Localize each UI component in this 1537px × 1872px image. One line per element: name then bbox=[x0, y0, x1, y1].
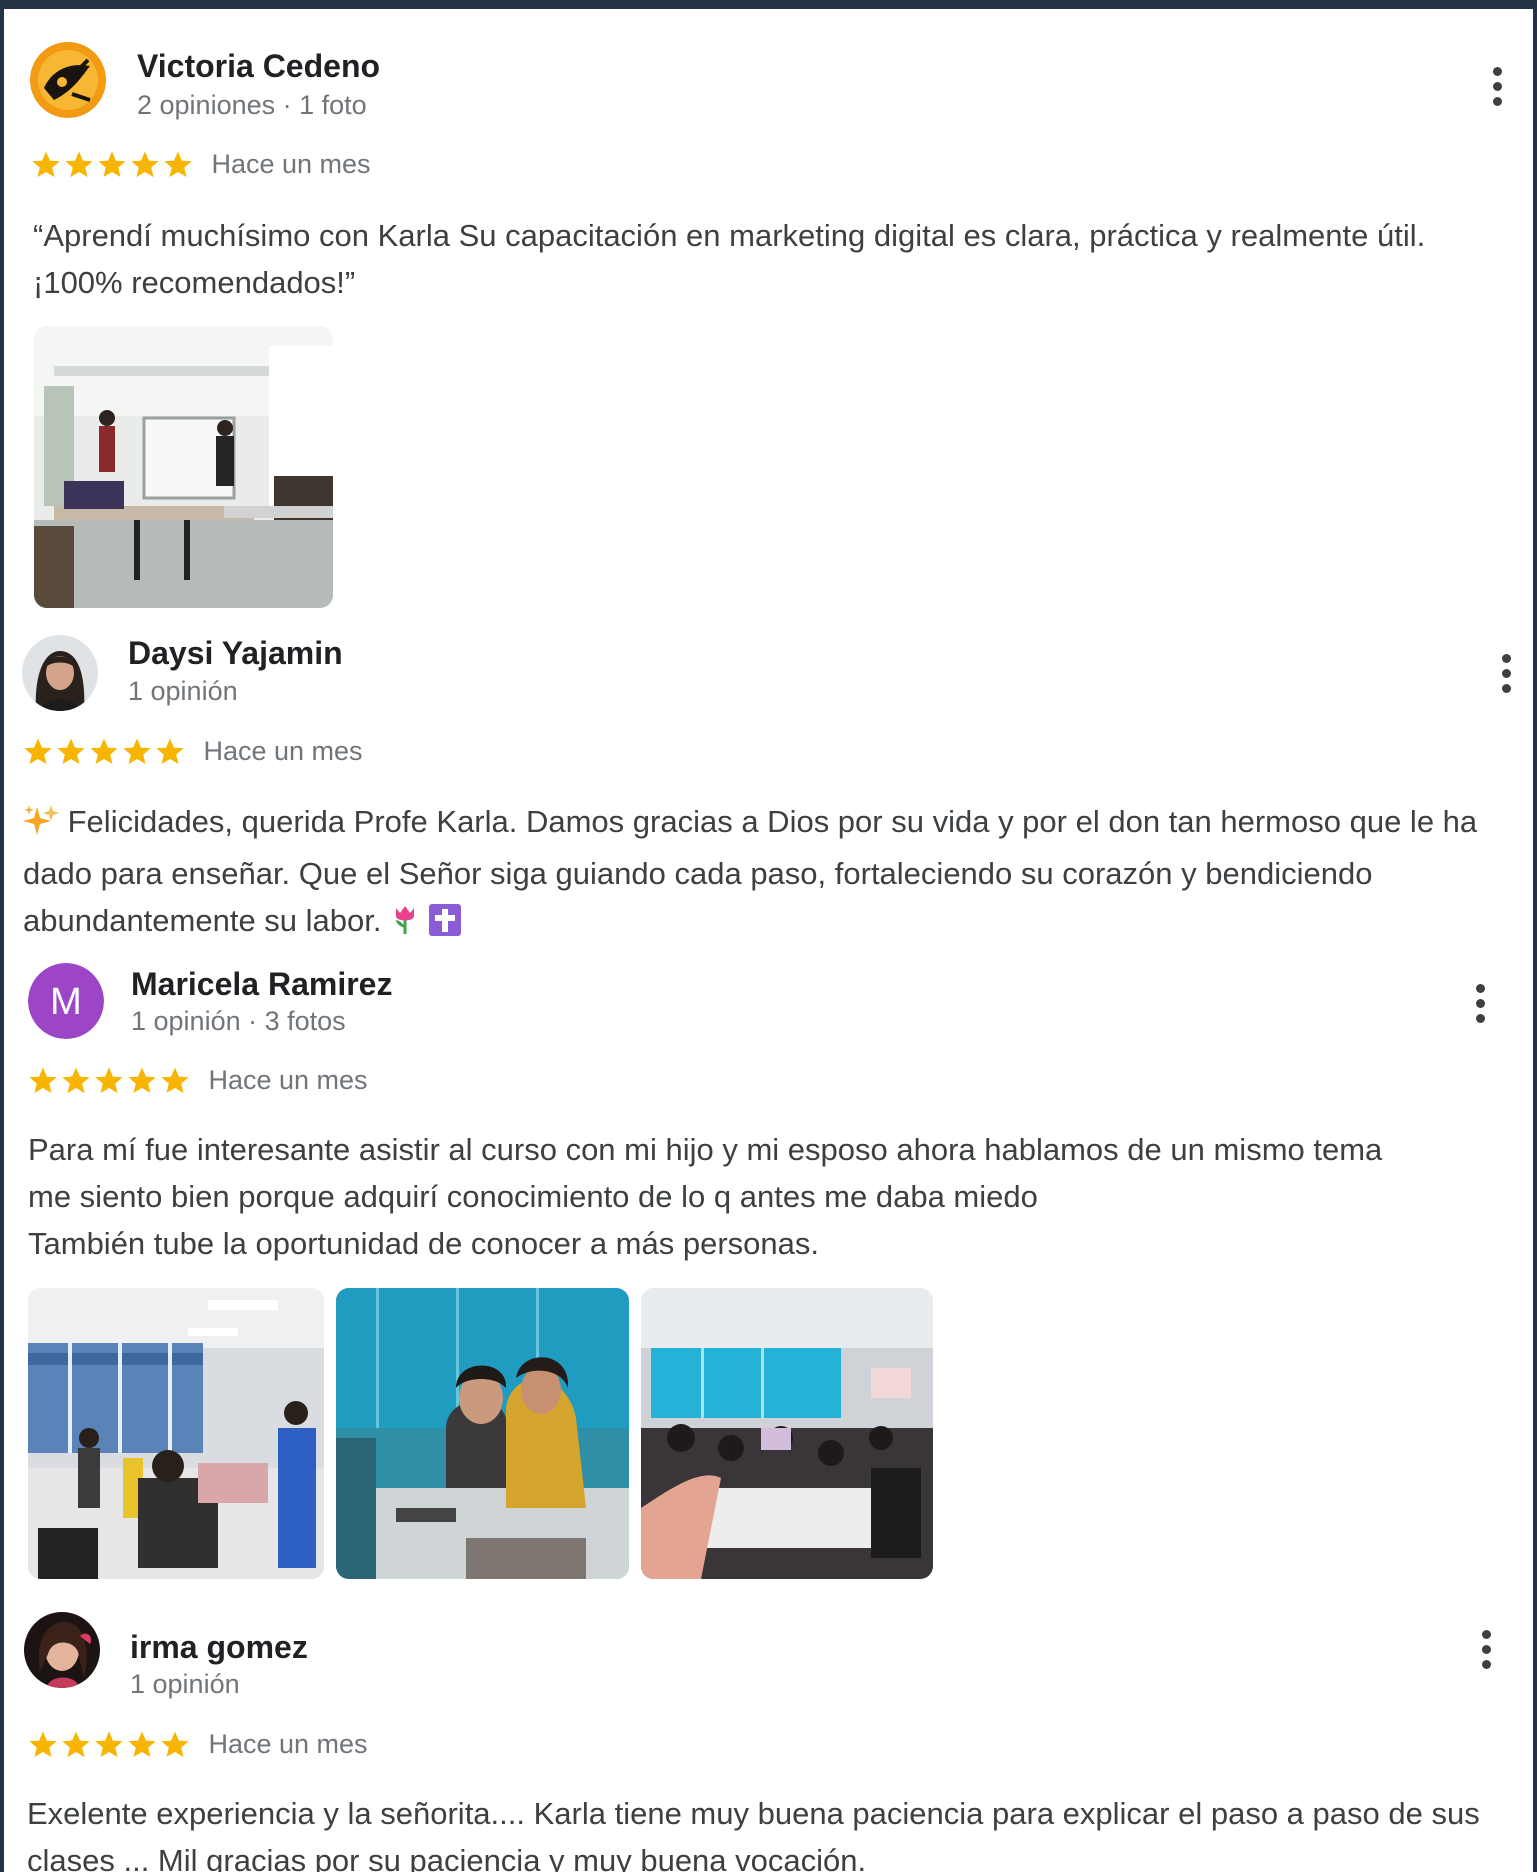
star-icon bbox=[90, 738, 118, 764]
star-rating bbox=[28, 1066, 190, 1096]
star-icon bbox=[98, 151, 126, 177]
review-text: Felicidades, querida Profe Karla. Damos … bbox=[23, 798, 1523, 949]
star-icon bbox=[128, 1067, 156, 1093]
review-text: Exelente experiencia y la señorita.... K… bbox=[27, 1796, 1480, 1872]
star-icon bbox=[29, 1731, 57, 1757]
reviewer-name[interactable]: irma gomez bbox=[130, 1629, 308, 1666]
star-rating bbox=[31, 150, 193, 180]
review-text-line: También tube la oportunidad de conocer a… bbox=[28, 1226, 819, 1261]
star-icon bbox=[164, 151, 192, 177]
review-text-line: Para mí fue interesante asistir al curso… bbox=[28, 1132, 1383, 1167]
star-icon bbox=[95, 1731, 123, 1757]
review-card: irma gomez 1 opinión Hace un mes Exelent… bbox=[4, 1599, 1533, 1872]
star-icon bbox=[128, 1731, 156, 1757]
reviewer-avatar[interactable]: M bbox=[28, 963, 104, 1039]
reviewer-avatar[interactable] bbox=[24, 1612, 100, 1688]
more-options-button[interactable] bbox=[1471, 1627, 1501, 1673]
star-rating bbox=[23, 737, 185, 767]
reviewer-name[interactable]: Daysi Yajamin bbox=[128, 635, 343, 672]
review-card: Victoria Cedeno 2 opiniones · 1 foto Hac… bbox=[4, 9, 1533, 609]
star-icon bbox=[24, 738, 52, 764]
review-date: Hace un mes bbox=[211, 149, 371, 179]
star-icon bbox=[161, 1731, 189, 1757]
review-text: “Aprendí muchísimo con Karla Su capacita… bbox=[33, 218, 1426, 300]
review-photo[interactable] bbox=[336, 1288, 629, 1579]
more-options-button[interactable] bbox=[1491, 651, 1521, 697]
reviews-panel: Victoria Cedeno 2 opiniones · 1 foto Hac… bbox=[0, 0, 1537, 1872]
review-photo[interactable] bbox=[28, 1288, 324, 1579]
more-options-button[interactable] bbox=[1465, 981, 1495, 1027]
review-photo[interactable] bbox=[34, 326, 333, 608]
reviewer-stats: 1 opinión bbox=[128, 676, 238, 706]
more-vert-icon bbox=[1493, 67, 1502, 76]
star-rating bbox=[28, 1730, 190, 1760]
more-options-button[interactable] bbox=[1482, 64, 1512, 110]
more-vert-icon bbox=[1502, 654, 1511, 663]
rating-row: Hace un mes bbox=[28, 1729, 368, 1765]
rating-row: Hace un mes bbox=[31, 149, 371, 185]
star-icon bbox=[123, 738, 151, 764]
star-icon bbox=[156, 738, 184, 764]
reviewer-avatar[interactable] bbox=[22, 635, 98, 711]
star-icon bbox=[65, 151, 93, 177]
more-vert-icon bbox=[1476, 984, 1485, 993]
review-card: M Maricela Ramirez 1 opinión · 3 fotos H… bbox=[4, 939, 1533, 1599]
more-vert-icon bbox=[1482, 1630, 1491, 1639]
review-text-line: me siento bien porque adquirí conocimien… bbox=[28, 1179, 1038, 1214]
sparkles-emoji bbox=[23, 803, 59, 850]
avatar-letter: M bbox=[50, 981, 82, 1023]
rating-row: Hace un mes bbox=[28, 1065, 368, 1101]
star-icon bbox=[62, 1731, 90, 1757]
reviewer-name[interactable]: Victoria Cedeno bbox=[137, 48, 380, 85]
review-card: Daysi Yajamin 1 opinión Hace un mes Feli… bbox=[4, 609, 1533, 939]
star-icon bbox=[62, 1067, 90, 1093]
review-text-content: Felicidades, querida Profe Karla. Damos … bbox=[23, 804, 1478, 938]
review-photo[interactable] bbox=[641, 1288, 933, 1579]
review-date: Hace un mes bbox=[208, 1729, 368, 1759]
review-text: Para mí fue interesante asistir al curso… bbox=[28, 1126, 1518, 1267]
star-icon bbox=[161, 1067, 189, 1093]
star-icon bbox=[32, 151, 60, 177]
review-date: Hace un mes bbox=[208, 1065, 368, 1095]
reviewer-name[interactable]: Maricela Ramirez bbox=[131, 966, 392, 1003]
review-date: Hace un mes bbox=[203, 736, 363, 766]
reviewer-stats: 1 opinión bbox=[130, 1669, 240, 1699]
reviewer-stats: 1 opinión · 3 fotos bbox=[131, 1006, 346, 1036]
star-icon bbox=[29, 1067, 57, 1093]
rating-row: Hace un mes bbox=[23, 736, 363, 772]
star-icon bbox=[57, 738, 85, 764]
reviewer-avatar[interactable] bbox=[30, 42, 106, 118]
star-icon bbox=[95, 1067, 123, 1093]
star-icon bbox=[131, 151, 159, 177]
reviewer-stats: 2 opiniones · 1 foto bbox=[137, 90, 367, 120]
